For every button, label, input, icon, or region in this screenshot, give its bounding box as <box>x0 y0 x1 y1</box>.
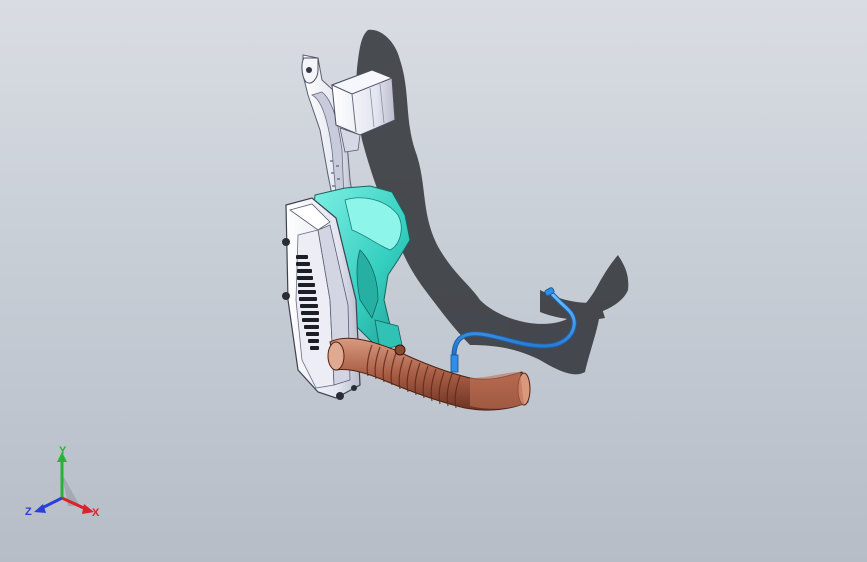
model-view[interactable] <box>0 0 867 562</box>
graphics-viewport[interactable]: Y X Z <box>0 0 867 562</box>
coordinate-triad: Y X Z <box>25 446 100 519</box>
triad-x-label: X <box>92 507 100 519</box>
triad-y-label: Y <box>59 446 67 457</box>
triad-z-label: Z <box>25 506 32 518</box>
